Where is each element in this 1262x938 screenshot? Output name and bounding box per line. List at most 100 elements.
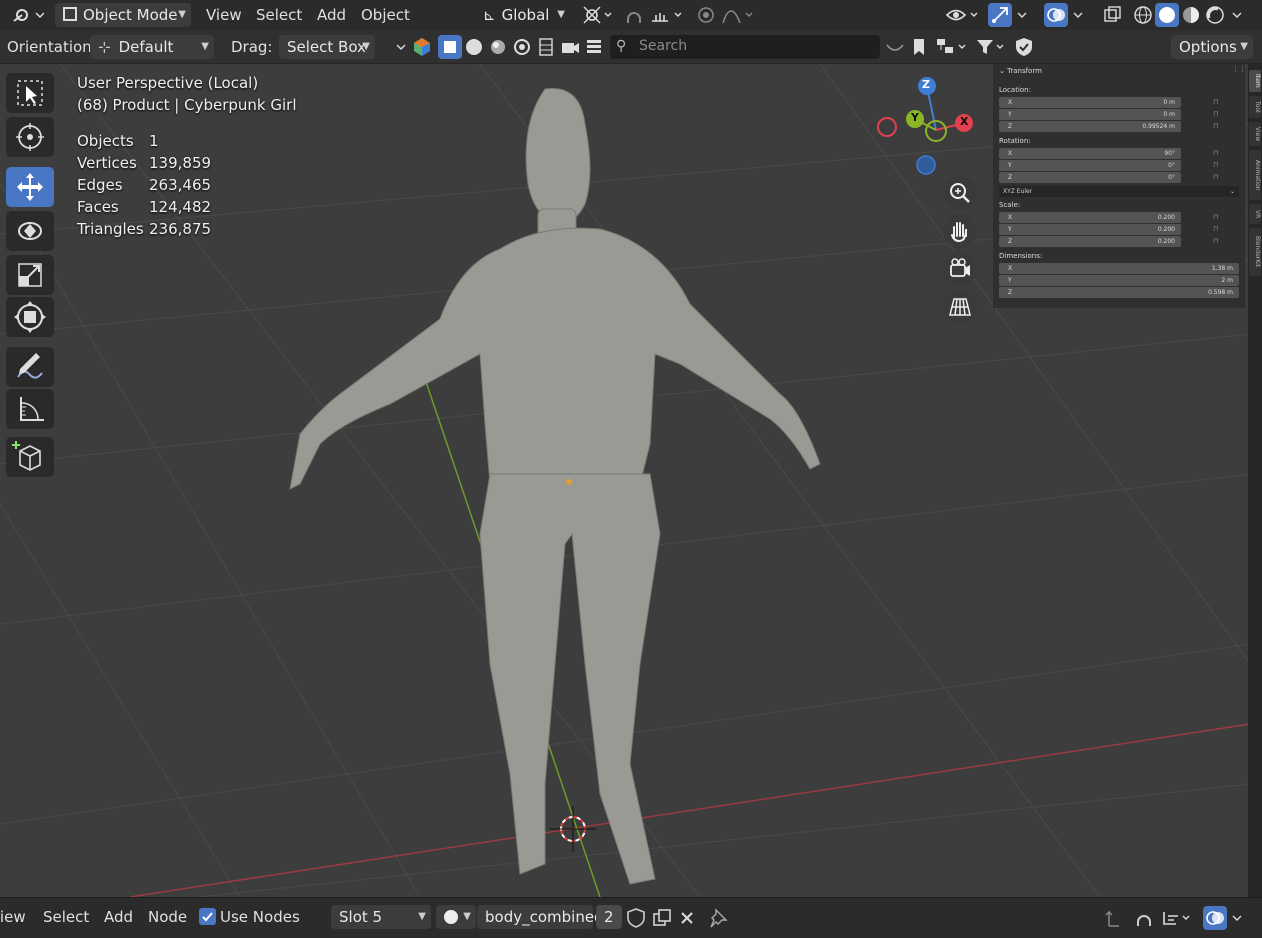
chevron-down-icon[interactable] <box>1229 906 1253 930</box>
overlays-toggle-icon[interactable] <box>1203 906 1227 930</box>
material-name-field[interactable]: body_combined <box>477 905 604 929</box>
drag-dropdown[interactable]: Select Box ▼ <box>279 35 375 59</box>
location-y-field[interactable]: Y 0 m <box>999 109 1181 120</box>
gizmo-toggle-icon[interactable] <box>988 3 1012 27</box>
lock-icon[interactable]: ⊓ <box>1213 98 1218 106</box>
select-meta-icon[interactable] <box>510 35 534 59</box>
select-armature-icon[interactable] <box>534 35 558 59</box>
transform-tool[interactable] <box>6 297 54 337</box>
object-types-color-icon[interactable] <box>410 35 434 59</box>
rotation-x-field[interactable]: X 90° <box>999 148 1181 159</box>
proportional-editing-icon[interactable] <box>694 3 718 27</box>
mode-dropdown[interactable]: Object Mode ▼ <box>55 3 191 27</box>
scale-y-field[interactable]: Y 0.200 <box>999 224 1181 235</box>
tab-animation[interactable]: Animation <box>1249 150 1261 200</box>
menu-select[interactable]: Select <box>43 908 89 926</box>
menu-add[interactable]: Add <box>104 908 133 926</box>
axis-navigation-gizmo[interactable] <box>877 77 973 175</box>
dimensions-z-field[interactable]: Z 0.598 m <box>999 287 1239 298</box>
duplicate-icon[interactable] <box>650 906 674 930</box>
select-box-tool[interactable] <box>6 73 54 113</box>
panel-drag-handle-icon[interactable]: ⋮⋮ <box>1232 65 1246 73</box>
cursor-tool[interactable] <box>6 117 54 157</box>
lock-icon[interactable]: ⊓ <box>1213 122 1218 130</box>
menu-view[interactable]: View <box>0 908 26 926</box>
hierarchy-icon[interactable] <box>933 35 966 59</box>
tab-item[interactable]: Item <box>1249 70 1261 92</box>
search-field[interactable]: ⚲ Search <box>610 35 880 59</box>
rotation-z-field[interactable]: Z 0° <box>999 172 1181 183</box>
use-nodes-checkbox[interactable] <box>199 908 216 925</box>
menu-view[interactable]: View <box>206 6 242 24</box>
solid-shading-icon[interactable] <box>1155 3 1179 27</box>
filter-dropdown-icon[interactable] <box>883 35 907 59</box>
gizmo-neg-z[interactable] <box>916 155 936 175</box>
chevron-down-icon[interactable] <box>1014 3 1038 27</box>
close-icon[interactable] <box>675 906 699 930</box>
perspective-grid-icon[interactable] <box>943 290 977 324</box>
editor-type-icon[interactable] <box>10 3 44 27</box>
snap-icon[interactable] <box>1132 906 1156 930</box>
scale-tool[interactable] <box>6 255 54 295</box>
lock-icon[interactable]: ⊓ <box>1213 237 1218 245</box>
rendered-shading-icon[interactable] <box>1203 3 1227 27</box>
menu-node[interactable]: Node <box>148 908 187 926</box>
lock-icon[interactable]: ⊓ <box>1213 213 1218 221</box>
scale-x-field[interactable]: X 0.200 <box>999 212 1181 223</box>
tab-view[interactable]: View <box>1249 122 1261 146</box>
lock-icon[interactable]: ⊓ <box>1213 161 1218 169</box>
add-cube-tool[interactable] <box>6 437 54 477</box>
pivot-point-icon[interactable] <box>580 3 612 27</box>
xray-toggle-icon[interactable] <box>1100 3 1124 27</box>
user-count-button[interactable]: 2 <box>596 905 622 929</box>
material-shading-icon[interactable] <box>1179 3 1203 27</box>
wireframe-shading-icon[interactable] <box>1131 3 1155 27</box>
snap-icon[interactable] <box>622 3 646 27</box>
shield-icon[interactable] <box>1012 35 1036 59</box>
lock-icon[interactable]: ⊓ <box>1213 110 1218 118</box>
hand-pan-icon[interactable] <box>943 214 977 248</box>
lock-icon[interactable]: ⊓ <box>1213 225 1218 233</box>
tab-vr[interactable]: VR <box>1249 204 1261 224</box>
visibility-eye-icon[interactable] <box>944 3 978 27</box>
dimensions-x-field[interactable]: X 1.38 m <box>999 263 1239 274</box>
annotate-tool[interactable] <box>6 347 54 387</box>
overlays-toggle-icon[interactable] <box>1044 3 1068 27</box>
rotation-y-field[interactable]: Y 0° <box>999 160 1181 171</box>
search-input[interactable]: Search <box>639 38 687 54</box>
options-dropdown[interactable]: Options ▼ <box>1171 35 1253 59</box>
select-camera-icon[interactable] <box>558 35 582 59</box>
falloff-curve-icon[interactable] <box>720 3 753 27</box>
zoom-button[interactable] <box>943 176 977 210</box>
tab-blenderkit[interactable]: BlenderKit <box>1249 228 1261 276</box>
scale-z-field[interactable]: Z 0.200 <box>999 236 1181 247</box>
slot-dropdown[interactable]: Slot 5 ▼ <box>331 905 431 929</box>
menu-object[interactable]: Object <box>361 6 410 24</box>
menu-add[interactable]: Add <box>317 6 346 24</box>
orientation-dropdown[interactable]: ⊹ Default ▼ <box>90 35 214 59</box>
snap-target-icon[interactable] <box>1158 906 1190 930</box>
measure-tool[interactable] <box>6 389 54 429</box>
fake-user-shield-icon[interactable] <box>624 906 648 930</box>
gizmo-neg-x[interactable] <box>877 117 897 137</box>
parent-node-tree-icon[interactable] <box>1101 906 1125 930</box>
location-x-field[interactable]: X 0 m <box>999 97 1181 108</box>
transform-orientation-dropdown[interactable]: ⊾ Global ▼ <box>475 3 570 27</box>
move-tool[interactable] <box>6 167 54 207</box>
camera-view-icon[interactable] <box>943 252 977 286</box>
material-browse-dropdown[interactable]: ▼ <box>436 905 476 929</box>
lock-icon[interactable]: ⊓ <box>1213 173 1218 181</box>
rotation-mode-dropdown[interactable]: XYZ Euler ⌄ <box>999 186 1239 197</box>
lock-icon[interactable]: ⊓ <box>1213 149 1218 157</box>
snap-target-icon[interactable] <box>648 3 682 27</box>
tab-tool[interactable]: Tool <box>1249 96 1261 118</box>
chevron-down-icon[interactable] <box>1229 3 1253 27</box>
pin-icon[interactable] <box>706 906 730 930</box>
select-curve-icon[interactable] <box>462 35 486 59</box>
chevron-down-icon[interactable] <box>1070 3 1094 27</box>
gizmo-neg-y[interactable] <box>925 120 947 142</box>
rotate-tool[interactable] <box>6 211 54 251</box>
location-z-field[interactable]: Z 0.99524 m <box>999 121 1181 132</box>
select-surface-icon[interactable] <box>486 35 510 59</box>
menu-select[interactable]: Select <box>256 6 302 24</box>
